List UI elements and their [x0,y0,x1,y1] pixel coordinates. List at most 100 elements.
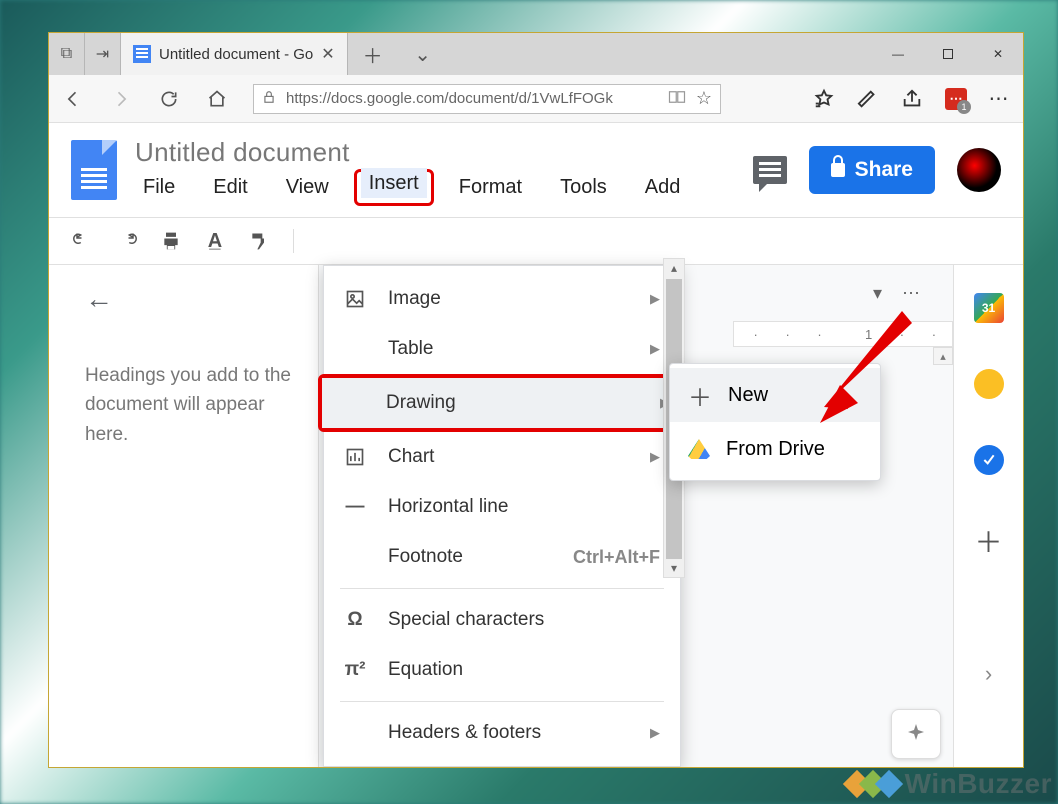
insert-table-label: Table [388,338,433,360]
home-button[interactable] [205,87,229,111]
close-window-button[interactable]: ✕ [973,33,1023,75]
chart-icon [344,446,366,468]
tab-actions-left[interactable]: ⧉ [49,33,85,75]
spellcheck-icon[interactable]: A̲ [205,231,225,251]
menu-insert[interactable]: Insert [361,168,427,198]
footnote-shortcut: Ctrl+Alt+F [573,547,660,568]
plus-icon: ＋ [688,378,712,413]
drawing-submenu: ＋ New From Drive [669,363,881,481]
account-avatar[interactable] [957,148,1001,192]
close-tab-icon[interactable]: ✕ [321,44,334,64]
menubar: File Edit View Insert Format Tools Add [135,172,688,203]
share-label: Share [855,158,913,182]
submenu-arrow-icon: ▶ [650,341,660,357]
mode-controls: ▾ ⋯ [873,283,923,304]
insert-table[interactable]: Table ▶ [324,324,680,374]
outline-collapse-icon[interactable]: ← [85,283,306,315]
insert-headers-footers[interactable]: Headers & footers ▶ [324,708,680,758]
keep-icon[interactable] [974,369,1004,399]
scroll-up-icon[interactable]: ▴ [933,347,953,365]
drawing-from-drive[interactable]: From Drive [670,422,880,476]
window-controls: — ✕ [873,33,1023,75]
side-panel: 31 ＋ › [953,265,1023,767]
tab-active[interactable]: Untitled document - Go ✕ [121,33,348,75]
doc-title-input[interactable]: Untitled document [135,137,688,168]
horizontal-ruler[interactable]: · · · 1 · · [733,321,953,347]
menu-view[interactable]: View [278,172,337,203]
title-column: Untitled document File Edit View Insert … [135,137,688,203]
drive-icon [688,439,710,459]
lastpass-extension-icon[interactable]: ⋯ 1 [945,88,967,110]
insert-special-label: Special characters [388,609,544,631]
insert-drawing[interactable]: Drawing ▶ [322,378,690,428]
scroll-up-icon[interactable]: ▴ [664,259,684,277]
google-docs-app: Untitled document File Edit View Insert … [49,123,1023,767]
docs-logo-icon[interactable] [71,140,117,200]
share-button[interactable]: Share [809,146,935,194]
main-area: ← Headings you add to the document will … [49,265,1023,767]
menu-format[interactable]: Format [451,172,530,203]
more-menu-icon[interactable]: ⋯ [902,283,923,304]
calendar-icon[interactable]: 31 [974,293,1004,323]
drawing-new[interactable]: ＋ New [670,368,880,422]
lastpass-badge: 1 [957,100,971,114]
tab-aside[interactable]: ⇥ [85,33,121,75]
redo-icon[interactable] [117,231,137,251]
insert-footnote[interactable]: Footnote Ctrl+Alt+F [324,532,680,582]
address-input[interactable]: https://docs.google.com/document/d/1VwLf… [253,84,721,114]
editing-mode-dropdown[interactable]: ▾ [873,283,882,304]
insert-dropdown: Image ▶ Table ▶ Drawing ▶ [323,265,681,767]
vertical-scrollbar[interactable]: ▴ ▾ [933,347,953,767]
insert-equation[interactable]: π² Equation [324,645,680,695]
nav-back-button[interactable] [61,87,85,111]
drawing-drive-label: From Drive [726,438,825,461]
comments-icon[interactable] [753,156,787,184]
app-header: Untitled document File Edit View Insert … [49,123,1023,217]
docs-favicon-icon [133,45,151,63]
menu-edit[interactable]: Edit [205,172,255,203]
print-icon[interactable] [161,231,181,251]
nav-forward-button[interactable] [109,87,133,111]
toolbar-separator [293,229,294,253]
menu-tools[interactable]: Tools [552,172,615,203]
refresh-button[interactable] [157,87,181,111]
paint-format-icon[interactable] [249,231,269,251]
menu-divider [340,588,664,589]
insert-hr[interactable]: — Horizontal line [324,482,680,532]
notes-icon[interactable] [857,88,879,110]
tab-strip: ⧉ ⇥ Untitled document - Go ✕ ＋ ⌄ — ✕ [49,33,1023,75]
favorites-list-icon[interactable] [813,88,835,110]
toolbar: A̲ [49,217,1023,265]
scroll-down-icon[interactable]: ▾ [664,559,684,577]
get-addons-icon[interactable]: ＋ [974,521,1002,561]
insert-chart[interactable]: Chart ▶ [324,432,680,482]
tab-overflow-button[interactable]: ⌄ [398,33,448,75]
reading-view-icon[interactable] [668,89,686,109]
menu-addons[interactable]: Add [637,172,689,203]
favorite-icon[interactable]: ☆ [696,88,712,109]
tab-title: Untitled document - Go [159,46,313,63]
watermark: WinBuzzer [851,768,1052,800]
header-right: Share [753,146,1001,194]
insert-special-chars[interactable]: Ω Special characters [324,595,680,645]
drawing-new-label: New [728,384,768,407]
undo-icon[interactable] [73,231,93,251]
address-bar: https://docs.google.com/document/d/1VwLf… [49,75,1023,123]
explore-button[interactable] [891,709,941,759]
minimize-button[interactable]: — [873,33,923,75]
hide-panel-icon[interactable]: › [985,661,992,687]
insert-image[interactable]: Image ▶ [324,274,680,324]
url-text: https://docs.google.com/document/d/1VwLf… [286,90,658,107]
minus-icon: — [344,496,366,518]
tasks-icon[interactable] [974,445,1004,475]
submenu-arrow-icon: ▶ [650,449,660,465]
insert-drawing-label: Drawing [386,392,456,414]
image-icon [344,288,366,310]
share-page-icon[interactable] [901,88,923,110]
maximize-button[interactable] [923,33,973,75]
new-tab-button[interactable]: ＋ [348,33,398,75]
menu-file[interactable]: File [135,172,183,203]
settings-more-icon[interactable]: ⋯ [989,88,1011,110]
insert-chart-label: Chart [388,446,434,468]
outline-placeholder: Headings you add to the document will ap… [85,361,306,449]
